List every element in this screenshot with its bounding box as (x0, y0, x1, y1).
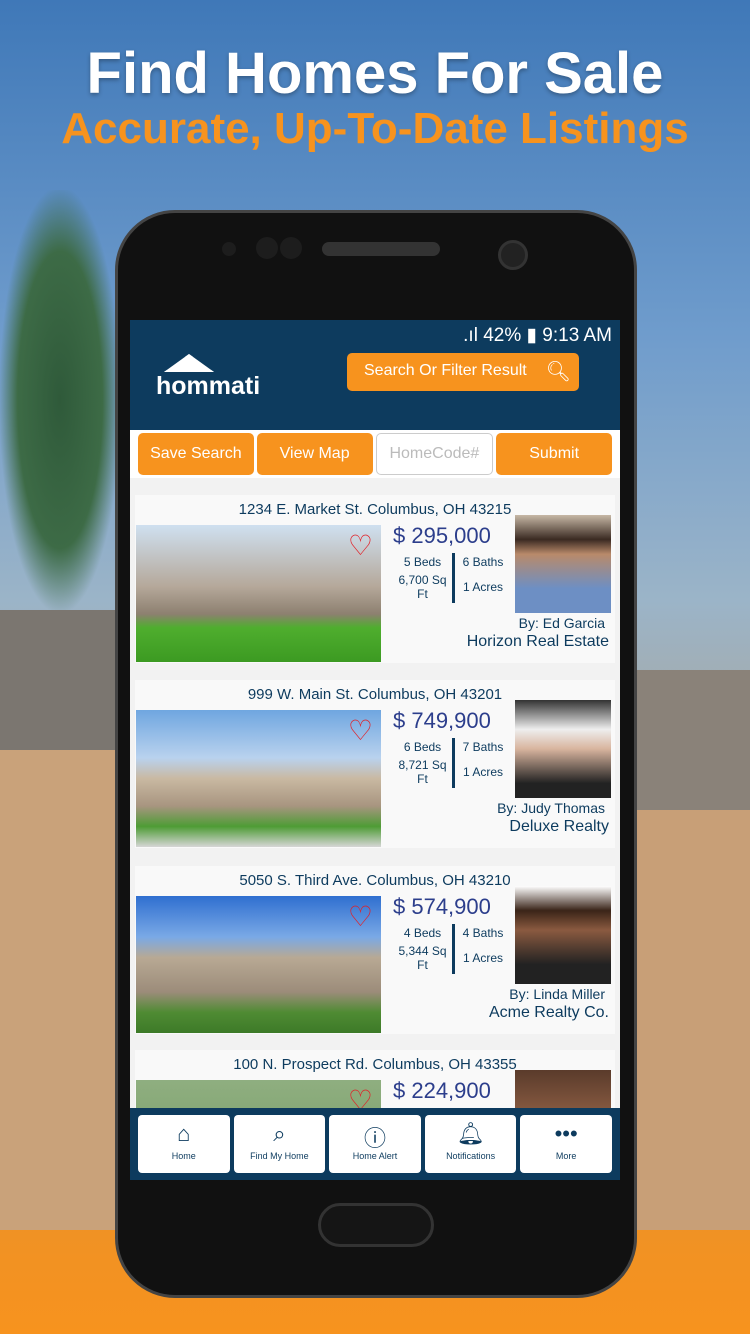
status-bar: .ıl 42% ▮ 9:13 AM (463, 324, 612, 347)
nav-home[interactable]: ⌂ Home (138, 1115, 230, 1173)
listing-price: $ 224,900 (393, 1078, 491, 1103)
promo-title: Find Homes For Sale (86, 41, 664, 106)
listing-price: $ 749,900 (393, 708, 491, 733)
house-roof-icon (164, 354, 214, 372)
nav-label: Notifications (446, 1151, 496, 1161)
sqft: 8,721 Sq Ft (398, 758, 447, 786)
listing-card[interactable]: 5050 S. Third Ave. Columbus, OH 43210 ♡ … (135, 866, 615, 1034)
phone-sensor (222, 242, 236, 256)
phone-camera (498, 240, 528, 270)
listing-card[interactable]: 1234 E. Market St. Columbus, OH 43215 ♡ … (135, 495, 615, 663)
nav-label: More (555, 1151, 577, 1161)
app-screen: .ıl 42% ▮ 9:13 AM hommati Search Or Filt… (130, 320, 620, 1180)
acres: 1 Acres (452, 756, 511, 788)
agent-company: Deluxe Realty (509, 818, 609, 835)
favorite-heart-icon[interactable]: ♡ (348, 529, 373, 562)
listing-price: $ 295,000 (393, 523, 491, 548)
listing-photo[interactable]: ♡ (136, 710, 381, 847)
listing-stats: 6 Beds 7 Baths 8,721 Sq Ft 1 Acres (393, 738, 511, 788)
background-house (635, 810, 750, 1230)
nav-label: Find My Home (250, 1151, 309, 1161)
phone-home-button[interactable] (318, 1203, 434, 1247)
save-search-button[interactable]: Save Search (138, 433, 254, 475)
home-icon: ⌂ (177, 1121, 191, 1146)
agent-photo[interactable] (515, 700, 611, 798)
more-icon: ••• (554, 1121, 578, 1146)
acres: 1 Acres (452, 571, 511, 603)
listing-photo[interactable]: ♡ (136, 896, 381, 1033)
baths: 7 Baths (452, 738, 511, 756)
background-house (0, 750, 120, 1230)
submit-button[interactable]: Submit (496, 433, 612, 475)
beds: 5 Beds (403, 555, 442, 569)
battery-level: 42% (483, 325, 522, 346)
background-roof (635, 670, 750, 810)
agent-photo[interactable] (515, 515, 611, 613)
agent-company: Acme Realty Co. (488, 1004, 609, 1021)
battery-icon: ▮ (526, 325, 537, 346)
hommati-logo[interactable]: hommati (156, 354, 260, 401)
app-header: .ıl 42% ▮ 9:13 AM hommati Search Or Filt… (130, 320, 620, 430)
background-tree (0, 190, 120, 610)
search-label: Search Or Filter Result (364, 362, 527, 379)
listing-price: $ 574,900 (393, 894, 491, 919)
agent-name: By: Ed Garcia (518, 615, 605, 631)
signal-icon: .ıl (463, 325, 478, 346)
background-roof (0, 610, 120, 750)
sqft: 6,700 Sq Ft (398, 573, 447, 601)
promo-subtitle: Accurate, Up-To-Date Listings (61, 104, 689, 153)
agent-name: By: Linda Miller (509, 986, 605, 1002)
phone-speaker (322, 242, 440, 256)
view-map-button[interactable]: View Map (256, 433, 373, 475)
sqft: 5,344 Sq Ft (398, 944, 447, 972)
beds: 4 Beds (403, 926, 442, 940)
action-bar: Save Search View Map HomeCode# Submit (130, 430, 620, 478)
listing-stats: 5 Beds 6 Baths 6,700 Sq Ft 1 Acres (393, 553, 511, 603)
alert-icon: ⓘ (363, 1126, 386, 1151)
nav-find-my-home[interactable]: ⌕ Find My Home (233, 1115, 326, 1173)
logo-text: hommati (156, 372, 261, 400)
nav-home-alert[interactable]: ⓘ Home Alert (329, 1115, 421, 1173)
favorite-heart-icon[interactable]: ♡ (348, 714, 373, 747)
agent-name: By: Judy Thomas (497, 800, 605, 816)
agent-photo[interactable] (515, 886, 611, 984)
phone-sensor (280, 237, 302, 259)
find-home-icon: ⌕ (273, 1121, 286, 1146)
nav-more[interactable]: ••• More (520, 1115, 612, 1173)
clock: 9:13 AM (542, 325, 612, 346)
baths: 4 Baths (452, 924, 511, 942)
search-icon: 🔍︎ (545, 361, 571, 383)
listing-card[interactable]: 999 W. Main St. Columbus, OH 43201 ♡ $ 7… (135, 680, 615, 848)
listing-stats: 4 Beds 4 Baths 5,344 Sq Ft 1 Acres (393, 924, 511, 974)
favorite-heart-icon[interactable]: ♡ (348, 900, 373, 933)
homecode-input[interactable]: HomeCode# (375, 433, 494, 475)
phone-sensor (256, 237, 278, 259)
acres: 1 Acres (452, 942, 511, 974)
nav-label: Home Alert (352, 1151, 398, 1161)
search-filter-button[interactable]: Search Or Filter Result 🔍︎ (347, 353, 579, 391)
beds: 6 Beds (403, 740, 442, 754)
listing-photo[interactable]: ♡ (136, 525, 381, 662)
agent-company: Horizon Real Estate (466, 633, 609, 650)
bell-icon: 🔔︎ (456, 1121, 485, 1146)
nav-label: Home (171, 1151, 196, 1161)
nav-notifications[interactable]: 🔔︎ Notifications (424, 1115, 517, 1173)
bottom-nav: ⌂ Home ⌕ Find My Home ⓘ Home Alert 🔔︎ Notifi… (130, 1108, 620, 1180)
baths: 6 Baths (452, 553, 511, 571)
